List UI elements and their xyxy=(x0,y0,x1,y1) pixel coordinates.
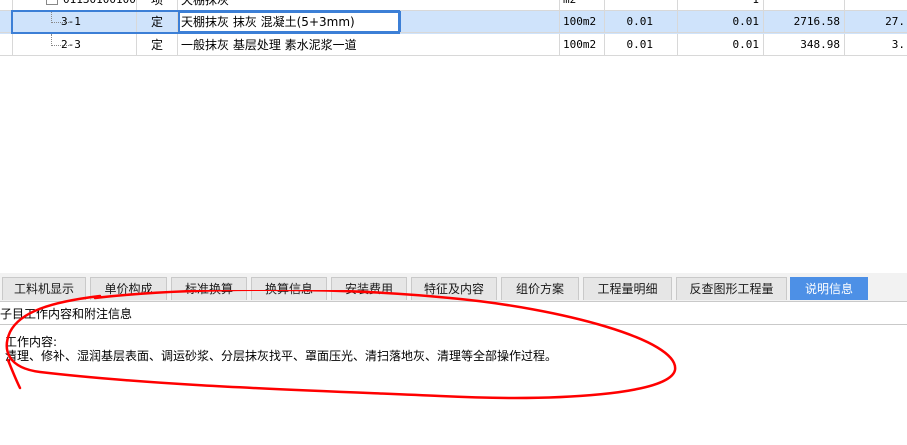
total-cell[interactable]: 27. xyxy=(845,11,907,33)
section-label: 子目工作内容和附注信息 xyxy=(0,307,133,321)
row-indicator[interactable] xyxy=(0,34,13,56)
tab-pricing-plan[interactable]: 组价方案 xyxy=(501,277,579,300)
quota-grid: 011301001001 项 天棚抹灰 m2 1 3-1 定 天棚抹灰 抹灰 混… xyxy=(0,0,907,58)
type-cell[interactable]: 定 xyxy=(137,34,178,56)
tab-unit-price[interactable]: 单价构成 xyxy=(90,277,167,300)
code-cell[interactable]: 3-1 xyxy=(13,11,137,33)
tab-quantity-detail[interactable]: 工程量明细 xyxy=(583,277,672,300)
code-cell[interactable]: 2-3 xyxy=(13,34,137,56)
price-cell[interactable]: 2716.58 xyxy=(764,11,845,33)
unit-cell[interactable]: 100m2 xyxy=(560,11,605,33)
coef-cell[interactable]: 1 xyxy=(678,0,764,11)
qty-cell[interactable] xyxy=(605,0,678,11)
type-cell[interactable]: 定 xyxy=(137,11,178,33)
code-cell[interactable]: 011301001001 xyxy=(13,0,137,11)
tab-reverse-lookup[interactable]: 反查图形工程量 xyxy=(676,277,787,300)
tab-install-fee[interactable]: 安装费用 xyxy=(331,277,407,300)
price-cell[interactable]: 348.98 xyxy=(764,34,845,56)
name-cell[interactable]: 天棚抹灰 抹灰 混凝土(5+3mm) xyxy=(178,11,560,33)
row-indicator[interactable] xyxy=(0,0,13,11)
unit-cell[interactable]: m2 xyxy=(560,0,605,11)
table-row-selected[interactable]: 3-1 定 天棚抹灰 抹灰 混凝土(5+3mm) 100m2 0.01 0.01… xyxy=(0,11,907,34)
tab-conversion-info[interactable]: 换算信息 xyxy=(251,277,327,300)
coef-cell[interactable]: 0.01 xyxy=(678,34,764,56)
type-cell[interactable]: 项 xyxy=(137,0,178,11)
coef-cell[interactable]: 0.01 xyxy=(678,11,764,33)
tab-features[interactable]: 特征及内容 xyxy=(411,277,497,300)
tab-material-display[interactable]: 工料机显示 xyxy=(2,277,86,300)
tab-description[interactable]: 说明信息 xyxy=(790,277,868,300)
total-cell[interactable] xyxy=(845,0,907,11)
qty-cell[interactable]: 0.01 xyxy=(605,34,678,56)
tab-standard-conversion[interactable]: 标准换算 xyxy=(171,277,247,300)
name-cell[interactable]: 天棚抹灰 xyxy=(178,0,560,11)
name-cell[interactable]: 一般抹灰 基层处理 素水泥浆一道 xyxy=(178,34,560,56)
description-textarea[interactable]: 工作内容: 清理、修补、湿润基层表面、调运砂浆、分层抹灰找平、罩面压光、清扫落地… xyxy=(0,324,907,445)
row-indicator[interactable] xyxy=(0,11,13,33)
table-row[interactable]: 2-3 定 一般抹灰 基层处理 素水泥浆一道 100m2 0.01 0.01 3… xyxy=(0,34,907,57)
qty-cell[interactable]: 0.01 xyxy=(605,11,678,33)
unit-cell[interactable]: 100m2 xyxy=(560,34,605,56)
detail-tab-bar: 工料机显示 单价构成 标准换算 换算信息 安装费用 特征及内容 组价方案 工程量… xyxy=(0,273,907,302)
total-cell[interactable]: 3. xyxy=(845,34,907,56)
expand-checkbox[interactable] xyxy=(46,0,58,5)
price-cell[interactable] xyxy=(764,0,845,11)
content-body: 清理、修补、湿润基层表面、调运砂浆、分层抹灰找平、罩面压光、清扫落地灰、清理等全… xyxy=(5,349,558,363)
